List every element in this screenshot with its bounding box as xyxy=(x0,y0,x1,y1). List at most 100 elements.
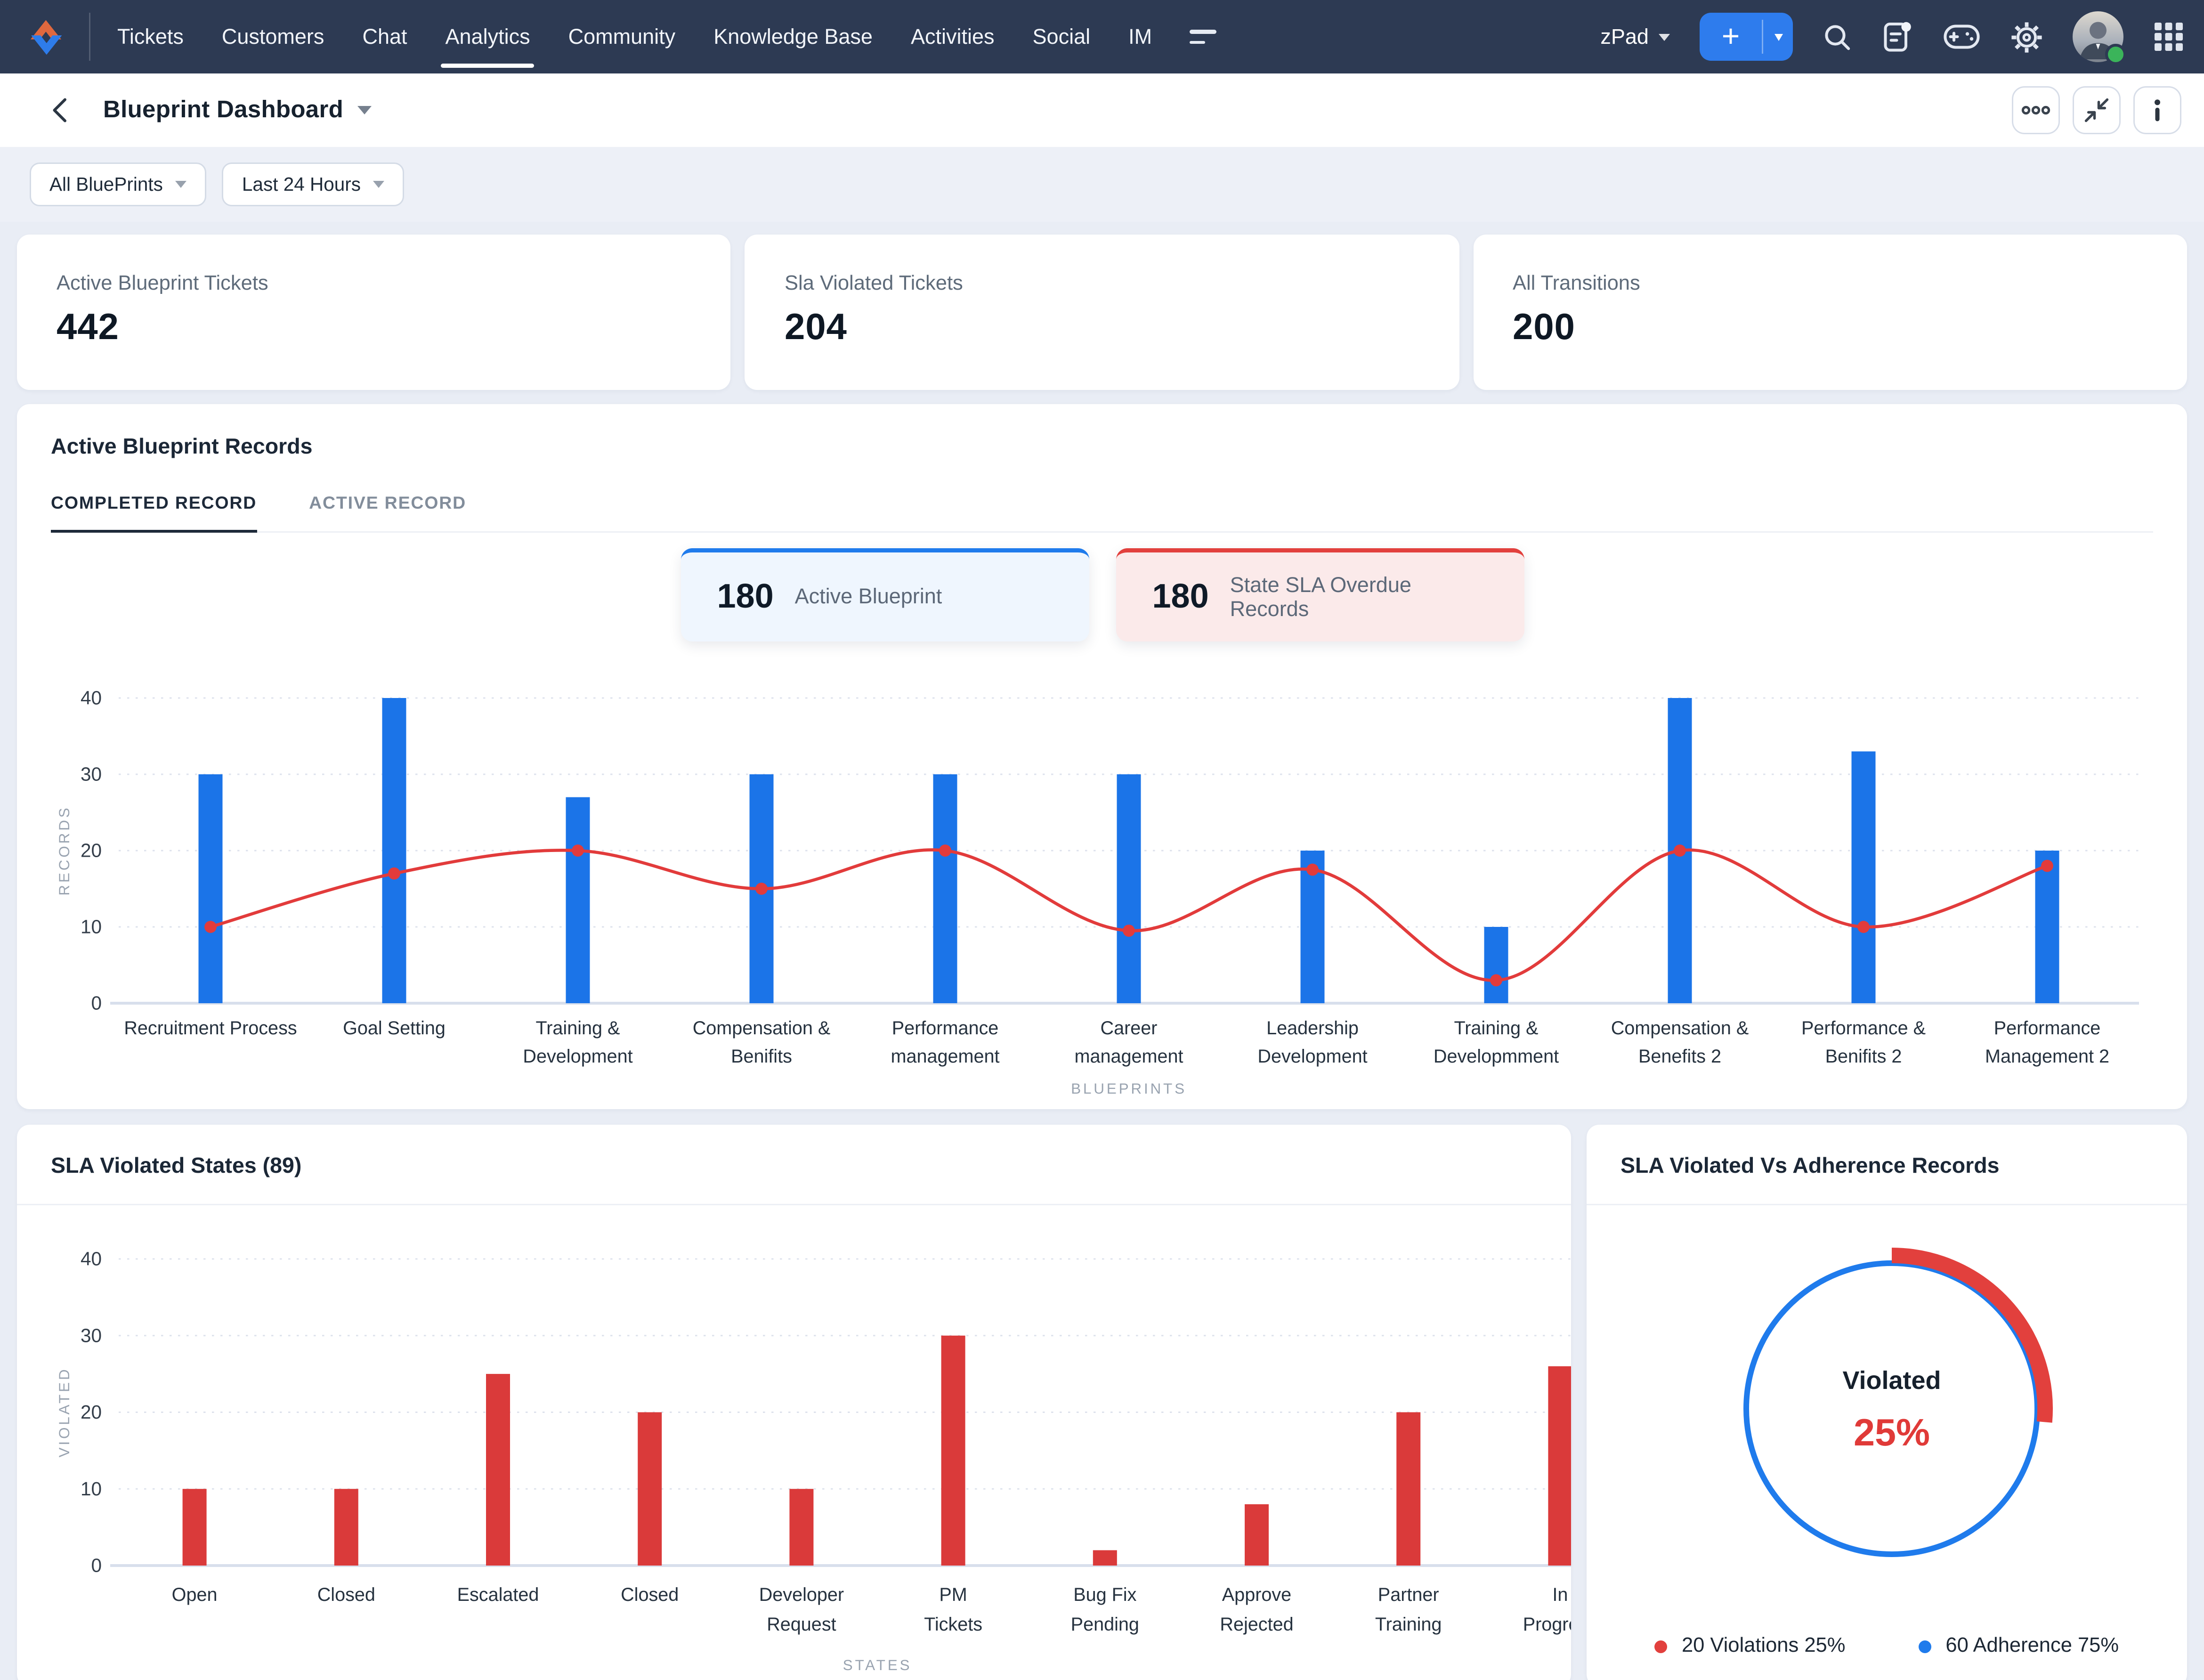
y-tick-label: 40 xyxy=(81,1248,102,1270)
line-point-performance-management[interactable] xyxy=(939,844,951,857)
legend-item-adherence[interactable]: 60 Adherence 75% xyxy=(1919,1635,2119,1657)
y-tick-label: 10 xyxy=(81,1478,102,1500)
stat-value: 204 xyxy=(784,305,847,348)
header-actions xyxy=(2012,86,2181,134)
back-chevron-icon[interactable] xyxy=(42,92,79,129)
bar-escalated[interactable] xyxy=(486,1374,510,1566)
divider xyxy=(1587,1204,2187,1205)
workspace-switcher[interactable]: zPad xyxy=(1600,25,1670,49)
line-point-compensation-benifits[interactable] xyxy=(755,883,768,895)
nav-item-analytics[interactable]: Analytics xyxy=(441,0,535,73)
more-modules-icon[interactable] xyxy=(1190,30,1217,44)
stat-card-all-transitions[interactable]: All Transitions 200 xyxy=(1473,235,2187,390)
x-category-label: Compensation & xyxy=(693,1018,831,1039)
x-category-label: Rejected xyxy=(1220,1614,1293,1635)
bar-bug-fix-pending[interactable] xyxy=(1093,1550,1117,1566)
nav-item-customers[interactable]: Customers xyxy=(222,0,324,73)
x-category-label: Compensation & xyxy=(1611,1018,1749,1039)
line-point-goal-setting[interactable] xyxy=(388,867,400,880)
x-category-label: Benifits 2 xyxy=(1825,1046,1902,1067)
y-tick-label: 0 xyxy=(91,1555,102,1576)
violations-arc[interactable] xyxy=(1891,1248,2053,1423)
badge-active-blueprint[interactable]: 180 Active Blueprint xyxy=(680,548,1089,641)
y-tick-label: 30 xyxy=(81,1324,102,1346)
donut-center-value: 25% xyxy=(1854,1412,1930,1454)
filter-bar: All BluePrints Last 24 Hours xyxy=(0,147,2204,222)
bar-pm-tickets[interactable] xyxy=(941,1335,965,1566)
settings-gear-icon[interactable] xyxy=(2010,21,2043,53)
plus-icon[interactable]: + xyxy=(1700,13,1762,61)
time-range-dropdown[interactable]: Last 24 Hours xyxy=(222,162,405,206)
badge-value: 180 xyxy=(717,577,774,616)
nav-item-activities[interactable]: Activities xyxy=(911,0,995,73)
blueprint-filter-label: All BluePrints xyxy=(49,174,163,195)
bar-performance-management[interactable] xyxy=(933,774,957,1003)
tab-active-record[interactable]: ACTIVE RECORD xyxy=(309,493,466,531)
dashboard-picker-caret-icon[interactable] xyxy=(357,106,372,114)
x-axis-title: STATES xyxy=(843,1656,912,1673)
bar-approve-rejected[interactable] xyxy=(1245,1504,1269,1566)
nav-item-im[interactable]: IM xyxy=(1128,0,1152,73)
brand-logo-icon[interactable] xyxy=(20,11,71,62)
stat-value: 200 xyxy=(1512,305,1575,348)
nav-item-social[interactable]: Social xyxy=(1033,0,1091,73)
x-category-label: Progress xyxy=(1523,1614,1571,1635)
x-category-label: Performance & xyxy=(1801,1018,1926,1039)
bar-performance-management-2[interactable] xyxy=(2035,851,2059,1003)
line-point-compensation-benefits-2[interactable] xyxy=(1674,844,1686,857)
sla-states-chart: 0 10 20 30 40 VIOLATED Open Closed Escalated Clos… xyxy=(17,1205,1571,1680)
line-point-training-developmment[interactable] xyxy=(1490,974,1502,987)
stats-row: Active Blueprint Tickets 442 Sla Violate… xyxy=(17,235,2187,390)
donut-legend: 20 Violations 25% 60 Adherence 75% xyxy=(1587,1635,2187,1657)
y-tick-label: 20 xyxy=(81,1401,102,1423)
gamescope-icon[interactable] xyxy=(1943,23,1981,51)
online-status-dot xyxy=(2105,44,2126,65)
bar-goal-setting[interactable] xyxy=(382,698,406,1003)
nav-item-tickets[interactable]: Tickets xyxy=(117,0,184,73)
bar-open[interactable] xyxy=(182,1489,207,1566)
bar-recruitment-process[interactable] xyxy=(198,774,223,1003)
nav-item-community[interactable]: Community xyxy=(568,0,676,73)
more-options-button[interactable] xyxy=(2012,86,2060,134)
x-category-label: Performance xyxy=(1994,1018,2101,1039)
x-category-label: Training & xyxy=(1454,1018,1539,1039)
record-tabs: COMPLETED RECORD ACTIVE RECORD xyxy=(51,493,2153,533)
adherence-ring[interactable] xyxy=(1743,1260,2040,1557)
add-button[interactable]: + xyxy=(1700,13,1793,61)
line-point-leadership-development[interactable] xyxy=(1306,863,1319,876)
line-point-training-development[interactable] xyxy=(572,844,584,857)
bar-training-developmment[interactable] xyxy=(1484,927,1508,1003)
x-category-label: Partner xyxy=(1378,1584,1439,1605)
line-point-career-management[interactable] xyxy=(1123,925,1135,937)
search-icon[interactable] xyxy=(1823,22,1852,52)
add-options-caret[interactable] xyxy=(1763,13,1793,61)
user-avatar[interactable] xyxy=(2073,11,2126,65)
line-point-recruitment-process[interactable] xyxy=(204,921,217,933)
badge-state-sla-overdue-records[interactable]: 180 State SLA Overdue Records xyxy=(1115,548,1524,641)
record-badges: 180 Active Blueprint 180 State SLA Overdue … xyxy=(51,548,2153,641)
line-point-performance-benifits-2[interactable] xyxy=(1857,921,1870,933)
stat-card-sla-violated-tickets[interactable]: Sla Violated Tickets 204 xyxy=(745,235,1459,390)
feeds-icon[interactable] xyxy=(1882,20,1913,54)
badge-value: 180 xyxy=(1152,577,1209,616)
bar-developer-request[interactable] xyxy=(789,1489,814,1566)
bar-in-progress[interactable] xyxy=(1548,1366,1571,1566)
stat-card-active-blueprint-tickets[interactable]: Active Blueprint Tickets 442 xyxy=(17,235,731,390)
legend-item-violations[interactable]: 20 Violations 25% xyxy=(1654,1635,1845,1657)
bar-closed[interactable] xyxy=(638,1412,662,1566)
donut-center-label: Violated xyxy=(1842,1366,1941,1395)
bar-partner-training[interactable] xyxy=(1396,1412,1421,1566)
bar-performance-benifits-2[interactable] xyxy=(1851,751,1876,1003)
info-button[interactable] xyxy=(2133,86,2181,134)
tab-completed-record[interactable]: COMPLETED RECORD xyxy=(51,493,257,533)
line-point-performance-management-2[interactable] xyxy=(2041,860,2053,872)
bar-closed[interactable] xyxy=(334,1489,358,1566)
y-tick-label: 10 xyxy=(81,916,102,938)
bar-career-management[interactable] xyxy=(1117,774,1141,1003)
nav-item-chat[interactable]: Chat xyxy=(362,0,407,73)
blueprint-filter-dropdown[interactable]: All BluePrints xyxy=(30,162,207,206)
bar-training-development[interactable] xyxy=(566,797,590,1003)
apps-grid-icon[interactable] xyxy=(2153,20,2184,54)
nav-item-knowledge-base[interactable]: Knowledge Base xyxy=(713,0,873,73)
collapse-button[interactable] xyxy=(2073,86,2121,134)
